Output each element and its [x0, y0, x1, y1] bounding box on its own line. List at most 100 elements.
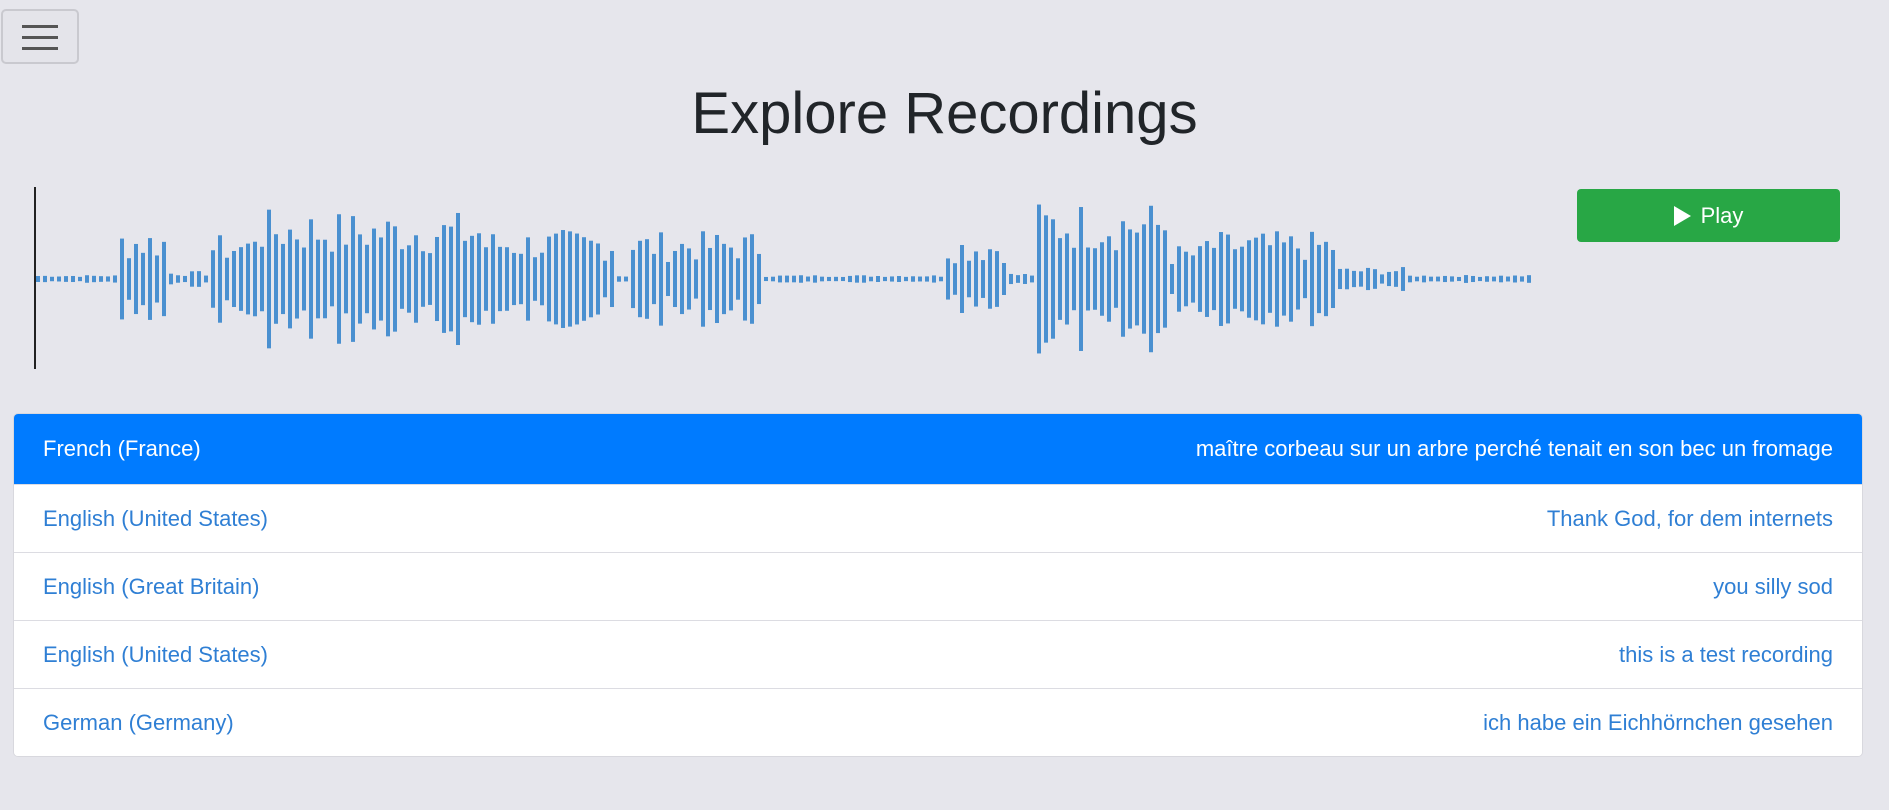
waveform-canvas[interactable]	[34, 187, 1534, 371]
waveform-bar	[351, 216, 355, 342]
waveform-bar	[1275, 231, 1279, 327]
waveform-bar	[687, 248, 691, 310]
waveform-bar	[1527, 275, 1531, 283]
waveform-bar	[918, 276, 922, 282]
waveform-bar	[1289, 236, 1293, 322]
waveform-bar	[547, 236, 551, 322]
waveform-bar	[57, 276, 61, 282]
play-icon	[1673, 205, 1691, 226]
waveform-bar	[1079, 207, 1083, 351]
waveform-bar	[1016, 275, 1020, 283]
waveform-bar	[162, 241, 166, 317]
waveform-bar	[1478, 276, 1482, 282]
waveform-bar	[386, 221, 390, 337]
waveform-bar	[197, 271, 201, 287]
waveform-bar	[281, 243, 285, 315]
waveform-bar	[589, 240, 593, 318]
waveform-bar	[1023, 274, 1027, 284]
waveform-bar	[1170, 264, 1174, 294]
waveform-bar	[1100, 242, 1104, 316]
play-button[interactable]: Play	[1577, 189, 1840, 242]
waveform-bar	[736, 258, 740, 300]
waveform-bar	[1499, 275, 1503, 283]
recording-language: English (United States)	[43, 505, 268, 531]
waveform-bar	[1009, 273, 1013, 285]
recording-language: English (United States)	[43, 641, 268, 667]
waveform[interactable]	[34, 187, 1534, 371]
recording-row[interactable]: English (United States) Thank God, for d…	[14, 484, 1862, 552]
waveform-bar	[449, 226, 453, 332]
waveform-bar	[617, 276, 621, 282]
waveform-bar	[526, 237, 530, 321]
waveform-bar	[1219, 232, 1223, 326]
waveform-bar	[820, 276, 824, 282]
waveform-bar	[1352, 270, 1356, 288]
waveform-bar	[1366, 267, 1370, 291]
menu-toggle-button[interactable]	[1, 9, 79, 64]
waveform-bar	[1037, 204, 1041, 354]
waveform-bar	[932, 275, 936, 283]
waveform-bar	[295, 239, 299, 319]
waveform-bar	[680, 243, 684, 315]
waveform-bar	[1513, 275, 1517, 283]
waveform-bar	[148, 238, 152, 320]
waveform-bar	[92, 275, 96, 283]
waveform-bar	[1191, 255, 1195, 303]
waveform-bar	[1506, 276, 1510, 282]
recording-row[interactable]: French (France) maître corbeau sur un ar…	[14, 414, 1862, 484]
waveform-bar	[1142, 224, 1146, 334]
waveform-bar	[239, 247, 243, 311]
waveform-bar	[113, 275, 117, 283]
recording-row[interactable]: English (Great Britain) you silly sod	[14, 552, 1862, 620]
waveform-bar	[1492, 276, 1496, 282]
recording-row[interactable]: German (Germany) ich habe ein Eichhörnch…	[14, 688, 1862, 756]
waveform-bar	[701, 231, 705, 327]
waveform-bar	[1212, 247, 1216, 311]
waveform-bar	[967, 260, 971, 298]
waveform-bar	[323, 239, 327, 319]
waveform-bar	[246, 243, 250, 315]
waveform-bar	[204, 275, 208, 283]
waveform-bar	[1268, 245, 1272, 313]
recording-row[interactable]: English (United States) this is a test r…	[14, 620, 1862, 688]
waveform-bar	[1254, 237, 1258, 321]
waveform-bar	[1331, 249, 1335, 309]
waveform-bar	[1429, 276, 1433, 282]
hamburger-menu-icon	[22, 25, 58, 50]
waveform-bar	[50, 276, 54, 282]
waveform-bar	[750, 234, 754, 324]
waveform-bar	[1485, 276, 1489, 282]
waveform-bar	[1065, 233, 1069, 325]
waveform-bar	[1317, 244, 1321, 314]
waveform-bar	[540, 252, 544, 306]
recordings-list: French (France) maître corbeau sur un ar…	[13, 413, 1863, 757]
waveform-bar	[673, 250, 677, 308]
recording-language: English (Great Britain)	[43, 573, 260, 599]
waveform-bar	[491, 234, 495, 324]
waveform-bar	[435, 236, 439, 322]
waveform-bar	[1205, 241, 1209, 317]
recording-text: maître corbeau sur un arbre perché tenai…	[1195, 436, 1833, 461]
waveform-bar	[806, 276, 810, 282]
waveform-bar	[995, 251, 999, 307]
waveform-bar	[582, 237, 586, 321]
waveform-bar	[904, 276, 908, 282]
waveform-bar	[792, 275, 796, 283]
waveform-bar	[960, 244, 964, 314]
waveform-bar	[176, 275, 180, 283]
waveform-bar	[344, 244, 348, 314]
waveform-bar	[1443, 275, 1447, 283]
recording-language: German (Germany)	[43, 709, 234, 735]
waveform-bar	[1163, 230, 1167, 328]
waveform-bar	[414, 235, 418, 323]
waveform-bar	[1051, 219, 1055, 339]
waveform-bar	[120, 238, 124, 320]
waveform-bar	[596, 243, 600, 315]
waveform-bar	[631, 249, 635, 309]
waveform-bar	[1296, 248, 1300, 310]
waveform-bar	[827, 276, 831, 282]
waveform-bar	[365, 244, 369, 314]
waveform-bar	[1310, 231, 1314, 327]
waveform-bar	[519, 253, 523, 305]
waveform-bar	[169, 273, 173, 285]
